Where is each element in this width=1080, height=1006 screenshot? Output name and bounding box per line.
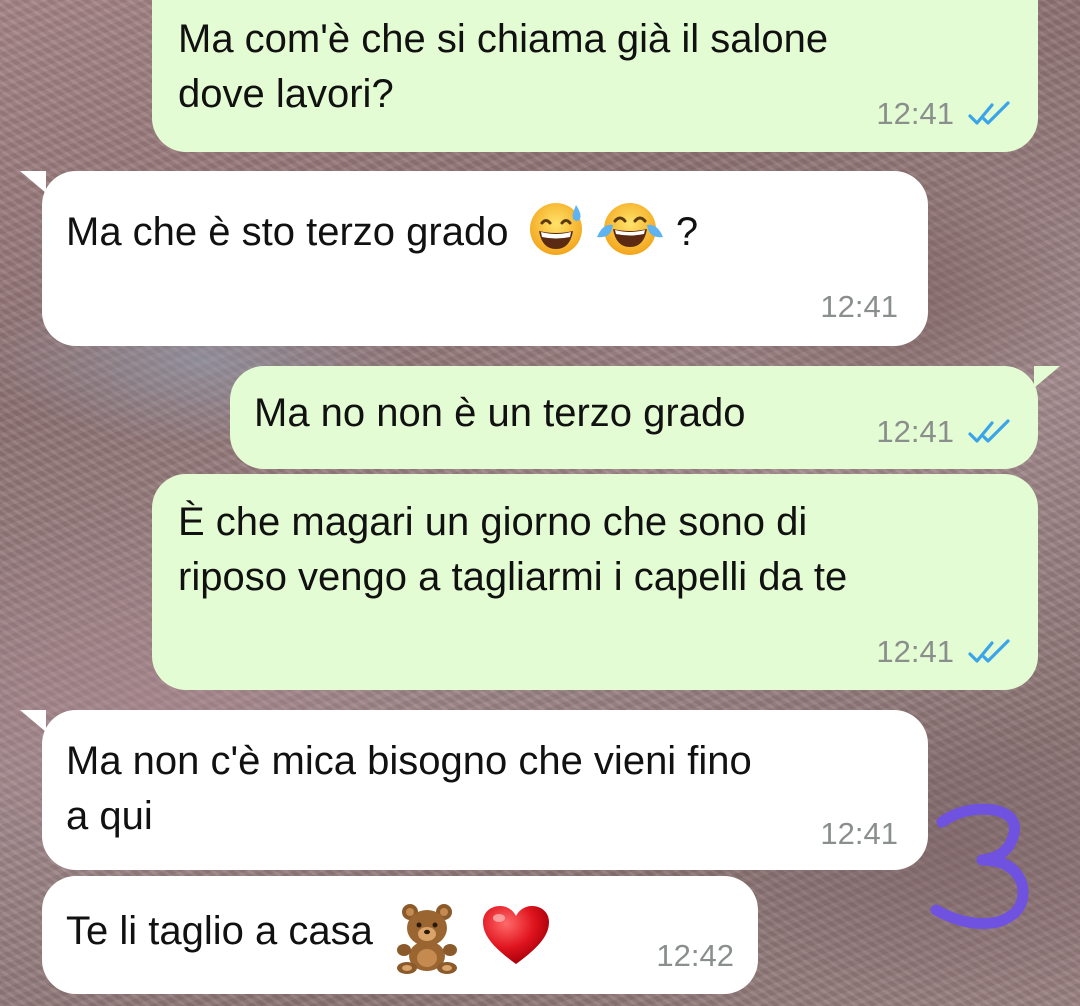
message-text: Te li taglio a casa — [66, 902, 551, 974]
message-time: 12:41 — [876, 96, 954, 131]
handwritten-number-annotation — [930, 803, 1029, 929]
message-bubble-incoming[interactable]: Te li taglio a casa 12:42 — [42, 876, 758, 994]
message-bubble-outgoing[interactable]: Ma no non è un terzo grado 12:41 — [230, 366, 1060, 469]
message-bubble-incoming[interactable]: Ma non c'è mica bisogno che vieni fino a… — [20, 710, 928, 870]
message-text: Ma non c'è mica bisogno che vieni fino a… — [66, 739, 752, 838]
teddy-bear-emoji — [396, 904, 457, 974]
message-text: Ma no non è un terzo grado — [254, 391, 746, 435]
double-check-icon — [968, 419, 1010, 443]
message-time: 12:41 — [820, 289, 898, 324]
double-check-icon — [968, 101, 1010, 125]
message-meta: 12:41 — [876, 634, 1014, 670]
message-text: Ma che è sto terzo grado ? — [66, 201, 698, 260]
message-bubble-outgoing[interactable]: Ma com'è che si chiama già il salone dov… — [152, 0, 1038, 152]
message-time: 12:41 — [876, 634, 954, 669]
message-meta: 12:41 — [876, 96, 1014, 132]
message-time: 12:41 — [876, 414, 954, 449]
message-text: È che magari un giorno che sono di ripos… — [178, 500, 848, 599]
message-meta: 12:41 — [876, 414, 1014, 450]
message-time: 12:41 — [820, 816, 898, 851]
double-check-icon — [968, 639, 1010, 663]
grinning-sweat-emoji — [529, 203, 582, 255]
message-bubble-outgoing[interactable]: È che magari un giorno che sono di ripos… — [152, 474, 1038, 690]
message-time: 12:42 — [656, 938, 734, 973]
message-meta: 12:41 — [820, 289, 898, 325]
message-bubble-incoming[interactable]: Ma che è sto terzo grado ? 12:41 — [20, 171, 928, 346]
message-meta: 12:42 — [656, 938, 734, 974]
message-meta: 12:41 — [820, 816, 898, 852]
message-text: Ma com'è che si chiama già il salone dov… — [178, 17, 829, 116]
red-heart-emoji — [483, 906, 550, 964]
tears-of-joy-emoji — [596, 203, 663, 255]
